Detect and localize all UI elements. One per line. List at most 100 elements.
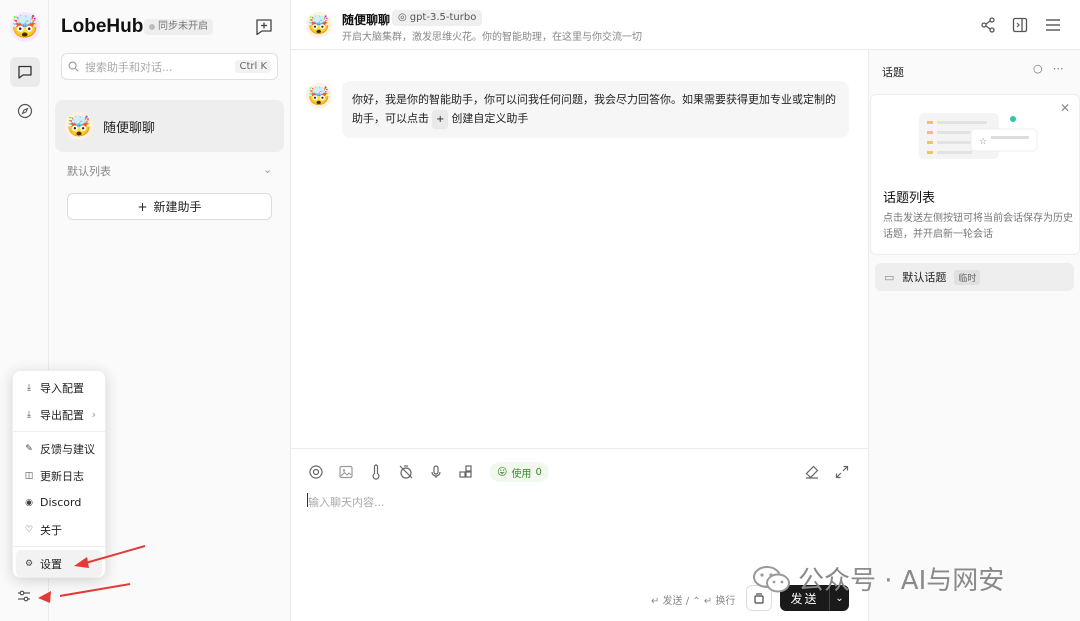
search-shortcut: Ctrl K (235, 60, 271, 73)
menu-item-label: 更新日志 (40, 469, 84, 483)
export-icon: ⤓ (27, 409, 31, 420)
message-icon: ▭ (884, 270, 895, 284)
session-item-random-chat[interactable]: 🤯 随便聊聊 (55, 100, 284, 152)
sync-dot-icon (149, 24, 155, 30)
search-placeholder: 搜索助手和对话... (85, 60, 173, 74)
watermark: 公众号 · AI与网安 (752, 560, 1004, 597)
close-icon[interactable]: ✕ (1060, 101, 1070, 115)
discover-nav-button[interactable] (10, 96, 40, 126)
menu-item-changelog[interactable]: ◫ 更新日志 (13, 462, 105, 489)
menu-item-about[interactable]: ♡ 关于 (13, 516, 105, 543)
menu-item-label: 关于 (40, 523, 62, 537)
user-avatar[interactable]: 🤯 (10, 12, 40, 42)
assistant-title: 随便聊聊 (342, 13, 391, 27)
menu-divider (13, 431, 105, 432)
timer-off-icon (399, 465, 413, 479)
plus-icon: + (137, 199, 148, 214)
topic-illustration: ☆ (919, 113, 1038, 159)
maximize-icon (835, 465, 849, 479)
session-avatar: 🤯 (65, 112, 93, 140)
menu-item-label: 导出配置 (40, 408, 84, 422)
thermometer-icon (372, 464, 380, 480)
plugins-button[interactable] (457, 463, 475, 481)
compass-icon (17, 103, 33, 119)
plus-chip: + (432, 110, 449, 129)
panel-right-icon (1012, 17, 1028, 33)
brand-logo: LobeHub (61, 16, 144, 37)
image-icon (339, 465, 353, 479)
menu-item-import[interactable]: ⤓ 导入配置 (13, 374, 105, 401)
send-hint: ↵ 发送 / ⌃ ↵ 换行 (651, 596, 736, 607)
temperature-button[interactable] (367, 463, 385, 481)
model-badge[interactable]: ◎ gpt-3.5-turbo (392, 10, 483, 26)
clear-button[interactable] (803, 463, 821, 481)
hamburger-icon (1046, 19, 1060, 31)
changelog-icon: ◫ (24, 470, 34, 481)
chevron-right-icon: › (91, 408, 96, 421)
feedback-icon: ✎ (25, 443, 33, 454)
new-chat-button[interactable] (254, 17, 274, 37)
topic-item-default[interactable]: ▭ 默认话题 临时 (875, 263, 1074, 291)
topic-card-title: 话题列表 (883, 191, 936, 206)
settings-toggle-button[interactable] (13, 585, 35, 607)
eraser-icon (805, 465, 819, 479)
session-group-label[interactable]: 默认列表 (67, 163, 111, 179)
topics-actions: ○ ⋯ (1033, 62, 1064, 75)
assistant-avatar[interactable]: 🤯 (306, 12, 332, 38)
topic-guide-card: ✕ ☆ 话题列表 点击发送左侧按钮可将当前会话保存为历史话题，并开启新一轮会话 (870, 94, 1080, 255)
sync-status-badge[interactable]: 同步未开启 (144, 19, 213, 35)
menu-item-discord[interactable]: ◉ Discord (13, 489, 105, 516)
chevron-down-icon[interactable]: ⌄ (263, 163, 272, 176)
new-assistant-label: 新建助手 (153, 200, 202, 214)
annotation-arrows (60, 545, 146, 597)
discord-icon: ◉ (25, 497, 33, 508)
chat-input[interactable]: 输入聊天内容... (308, 494, 385, 510)
expand-button[interactable] (833, 463, 851, 481)
topic-label: 默认话题 (902, 271, 947, 284)
upload-image-button[interactable] (337, 463, 355, 481)
use-chip-label: 使用 (511, 468, 532, 480)
menu-item-label: 导入配置 (40, 381, 84, 395)
search-icon[interactable]: ○ (1033, 62, 1043, 75)
menu-item-label: 反馈与建议 (40, 442, 95, 456)
voice-input-button[interactable] (427, 463, 445, 481)
svg-text:☆: ☆ (979, 137, 987, 147)
assistant-description: 开启大脑集群，激发思维火花。你的智能助理，在这里与你交流一切 (342, 32, 642, 43)
emoji-icon: 😛 (497, 466, 508, 478)
toggle-panel-button[interactable] (1009, 14, 1031, 36)
watermark-text: 公众号 · AI与网安 (798, 566, 1005, 596)
search-input[interactable]: 搜索助手和对话... Ctrl K (61, 53, 278, 80)
menu-item-export[interactable]: ⤓ 导出配置 › (13, 401, 105, 428)
message-text: 你好，我是你的智能助手，你可以问我任何问题，我会尽力回答你。如果需要获得更加专业… (352, 93, 836, 125)
assistant-message: 你好，我是你的智能助手，你可以问我任何问题，我会尽力回答你。如果需要获得更加专业… (342, 81, 849, 138)
sync-status-label: 同步未开启 (158, 21, 208, 32)
temporary-badge: 临时 (954, 269, 981, 285)
blocks-icon (459, 465, 472, 478)
menu-item-label: 设置 (40, 557, 62, 571)
microphone-icon (431, 465, 441, 478)
brain-icon (309, 465, 323, 479)
annotation-arrowhead (38, 591, 51, 603)
topics-panel: 话题 ○ ⋯ ✕ ☆ 话题列表 点击发送左侧按钮可将当前会话保存为历史话题，并开… (868, 50, 1080, 621)
more-icon[interactable]: ⋯ (1053, 62, 1064, 75)
new-assistant-button[interactable]: + 新建助手 (67, 193, 272, 220)
token-usage-chip[interactable]: 😛 使用 0 (490, 462, 549, 482)
share-icon (981, 17, 995, 33)
model-switch-button[interactable] (307, 463, 325, 481)
menu-item-feedback[interactable]: ✎ 反馈与建议 (13, 435, 105, 462)
sliders-icon (18, 590, 30, 602)
chat-list: 🤯 你好，我是你的智能助手，你可以问我任何问题，我会尽力回答你。如果需要获得更加… (291, 50, 868, 448)
search-icon (68, 61, 79, 72)
history-limit-button[interactable] (397, 463, 415, 481)
heart-icon: ♡ (24, 524, 34, 535)
share-button[interactable] (977, 14, 999, 36)
session-title: 随便聊聊 (103, 120, 156, 136)
menu-button[interactable] (1042, 14, 1064, 36)
menu-item-label: Discord (40, 496, 82, 509)
message-plus-icon (256, 19, 272, 36)
chat-header: 🤯 随便聊聊 ◎ gpt-3.5-turbo 开启大脑集群，激发思维火花。你的智… (291, 0, 1080, 50)
message-avatar: 🤯 (306, 83, 332, 109)
model-label: gpt-3.5-turbo (409, 12, 477, 23)
message-text-after: 创建自定义助手 (451, 112, 529, 125)
chat-nav-button[interactable] (10, 57, 40, 87)
